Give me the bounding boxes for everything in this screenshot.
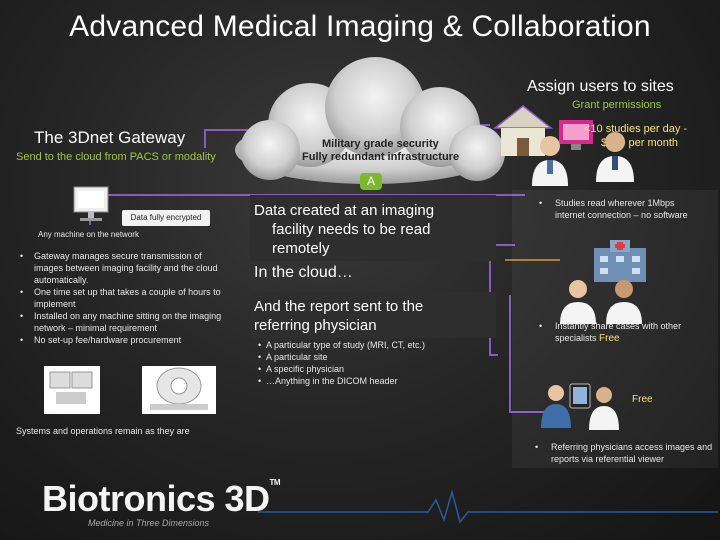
list-item: • One time set up that takes a couple of … xyxy=(20,286,225,310)
doctor-icon xyxy=(560,280,596,324)
brand-tagline: Medicine in Three Dimensions xyxy=(88,518,210,528)
brand-logo: Biotronics 3DTM xyxy=(42,478,281,520)
referring-physician-text: • Referring physicians access images and… xyxy=(535,441,713,465)
cloud-badge: A xyxy=(360,173,382,190)
bullet-glyph: • xyxy=(258,376,262,386)
gateway-title: The 3Dnet Gateway xyxy=(34,128,186,147)
bullet-text: Gateway manages secure transmission of i… xyxy=(34,251,218,285)
report-line-2: referring physician xyxy=(254,317,377,334)
condition-text: A particular site xyxy=(266,352,328,362)
brand-name: Biotronics 3D xyxy=(42,478,270,519)
bullet-glyph: • xyxy=(20,251,24,261)
list-item: • No set-up fee/hardware procurement xyxy=(20,334,225,346)
gateway-subtitle: Send to the cloud from PACS or modality xyxy=(16,151,216,163)
bullet-glyph: • xyxy=(539,198,543,208)
condition-text: …Anything in the DICOM header xyxy=(266,376,398,386)
read-remote-panel: Data created at an imaging facility need… xyxy=(250,195,496,261)
condition-text: A particular type of study (MRI, CT, etc… xyxy=(266,340,426,350)
free-label: Free xyxy=(599,333,620,344)
brand-trademark: TM xyxy=(269,478,281,487)
doctor-icon xyxy=(589,387,619,430)
bullet-glyph: • xyxy=(258,352,262,362)
bullet-glyph: • xyxy=(258,364,262,374)
condition-text: A specific physician xyxy=(266,364,345,374)
referring-physician-label: Referring physicians access images and r… xyxy=(551,442,713,464)
read-anywhere-text: • Studies read wherever 1Mbps internet c… xyxy=(539,197,705,221)
doctor-icon xyxy=(596,132,634,182)
ecg-line-graphic xyxy=(258,489,718,524)
security-line-2: Fully redundant infrastructure xyxy=(302,151,460,163)
bullet-glyph: • xyxy=(20,287,24,297)
security-line-1: Military grade security xyxy=(322,138,439,150)
doctor-icon xyxy=(532,136,568,186)
report-line-1: And the report sent to the xyxy=(254,298,424,315)
bullet-text: Installed on any machine sitting on the … xyxy=(34,311,222,333)
read-anywhere-label: Studies read wherever 1Mbps internet con… xyxy=(555,198,688,220)
bullet-text: One time set up that takes a couple of h… xyxy=(34,287,221,309)
bullet-glyph: • xyxy=(20,335,24,345)
share-cases-text: • Instantly share cases with other speci… xyxy=(539,320,705,345)
page-title: Advanced Medical Imaging & Collaboration xyxy=(69,10,651,43)
encrypted-label: Data fully encrypted xyxy=(122,210,210,226)
bullet-glyph: • xyxy=(535,442,539,452)
read-line-3: remotely xyxy=(272,240,330,257)
report-panel: And the report sent to the referring phy… xyxy=(250,292,496,338)
condition-list: • A particular type of study (MRI, CT, et… xyxy=(258,339,498,387)
assign-heading: Assign users to sites xyxy=(527,78,674,95)
doctor-icon xyxy=(606,280,642,324)
bullet-text: No set-up fee/hardware procurement xyxy=(34,335,182,345)
list-item: • A particular type of study (MRI, CT, et… xyxy=(258,339,498,351)
list-item: • A particular site xyxy=(258,351,498,363)
list-item: • Gateway manages secure transmission of … xyxy=(20,250,225,286)
read-line-1: Data created at an imaging xyxy=(254,202,435,219)
systems-note: Systems and operations remain as they ar… xyxy=(16,426,190,436)
in-cloud-heading: In the cloud… xyxy=(254,264,353,281)
bullet-glyph: • xyxy=(258,340,262,350)
gateway-bullet-list: • Gateway manages secure transmission of … xyxy=(20,250,225,346)
bullet-glyph: • xyxy=(539,321,543,331)
list-item: • Installed on any machine sitting on the… xyxy=(20,310,225,334)
list-item: • A specific physician xyxy=(258,363,498,375)
bullet-glyph: • xyxy=(20,311,24,321)
monitor-icon xyxy=(73,186,109,221)
list-item: • …Anything in the DICOM header xyxy=(258,375,498,387)
read-line-2: facility needs to be read xyxy=(272,221,431,238)
free-label: Free xyxy=(632,394,653,405)
imaging-machines-image xyxy=(44,366,216,414)
any-machine-label: Any machine on the network xyxy=(38,230,139,239)
